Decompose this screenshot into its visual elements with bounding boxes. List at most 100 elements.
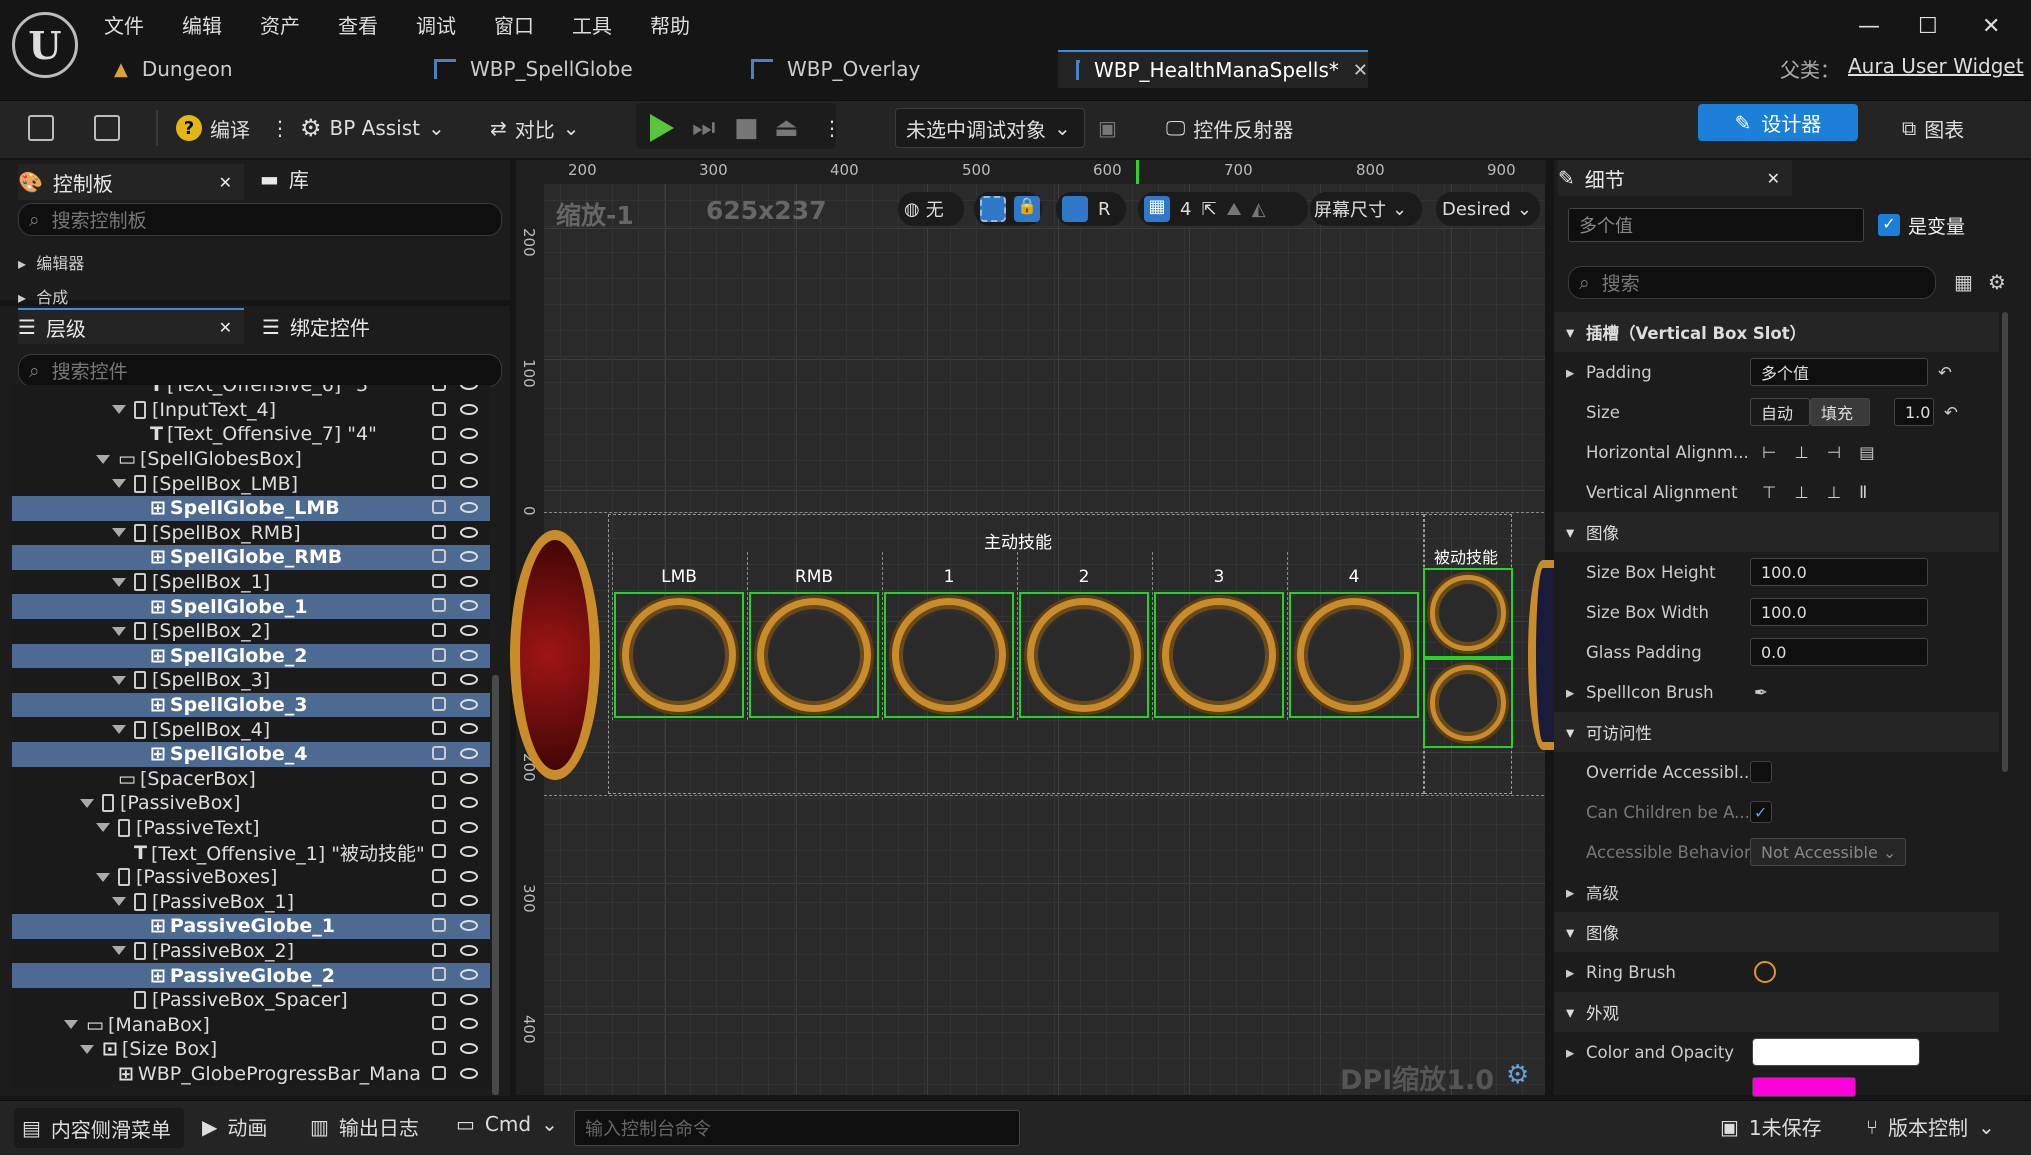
brush-icon[interactable]: ✒ — [1754, 683, 1768, 702]
menu-view[interactable]: 查看 — [338, 8, 392, 41]
hierarchy-row[interactable]: [SpellBox_1] — [12, 570, 490, 595]
hierarchy-row[interactable]: ⊡ [Size Box] — [12, 1037, 490, 1062]
hierarchy-row[interactable]: ▭ [ManaBox] — [12, 1012, 490, 1037]
hierarchy-row[interactable]: [PassiveBox_2] — [12, 939, 490, 964]
eye-icon[interactable] — [460, 477, 478, 489]
section-image[interactable]: ▾ 图像 — [1554, 512, 1999, 552]
accessible-behavior-dropdown[interactable]: Not Accessible ⌄ — [1750, 838, 1906, 866]
expand-arrow-icon[interactable] — [96, 454, 110, 464]
chevron-right-icon[interactable]: ▸ — [1566, 683, 1574, 702]
eye-icon[interactable] — [460, 870, 478, 882]
chevron-right-icon[interactable]: ▸ — [1566, 1043, 1574, 1062]
lock-icon[interactable] — [432, 475, 446, 490]
close-tab-icon[interactable]: ✕ — [219, 173, 232, 192]
close-tab-icon[interactable]: ✕ — [1767, 169, 1780, 188]
eye-icon[interactable] — [460, 575, 478, 587]
lock-icon[interactable] — [432, 672, 446, 687]
lock-icon[interactable] — [432, 1041, 446, 1056]
color-opacity-swatch[interactable] — [1752, 1038, 1920, 1066]
cursor-icon[interactable]: ⇱ — [1201, 199, 1216, 220]
save-button[interactable] — [28, 108, 54, 148]
size-value-field[interactable]: 1.0 — [1894, 398, 1934, 426]
screen-size-dropdown[interactable]: 屏幕尺寸 ⌄ — [1310, 192, 1422, 226]
output-log-button[interactable]: ▥ 输出日志 — [310, 1112, 419, 1141]
parent-class-link[interactable]: Aura User Widget — [1848, 54, 2024, 78]
lock-icon[interactable] — [432, 385, 446, 391]
glass-padding-field[interactable]: 0.0 — [1750, 638, 1928, 666]
eye-icon[interactable] — [460, 895, 478, 907]
eye-icon[interactable] — [460, 747, 478, 759]
lock-icon[interactable] — [432, 450, 446, 465]
hierarchy-row[interactable]: [SpellBox_4] — [12, 717, 490, 742]
section-accessibility[interactable]: ▾ 可访问性 — [1554, 712, 1999, 752]
compile-options-icon[interactable]: ⋮ — [270, 108, 290, 148]
play-options-icon[interactable]: ⋮ — [822, 108, 842, 148]
eye-icon[interactable] — [460, 993, 478, 1005]
lock-icon[interactable] — [432, 745, 446, 760]
chevron-right-icon[interactable]: ▸ — [1566, 363, 1574, 382]
menu-file[interactable]: 文件 — [104, 8, 158, 41]
eye-icon[interactable] — [460, 1067, 478, 1079]
lock-icon[interactable] — [432, 893, 446, 908]
widget-name-field[interactable]: 多个值 — [1568, 208, 1864, 242]
eye-icon[interactable] — [460, 698, 478, 710]
eye-icon[interactable] — [460, 385, 478, 390]
lock-icon[interactable] — [432, 524, 446, 539]
tab-dungeon[interactable]: ▲ Dungeon — [96, 50, 396, 88]
category-compose[interactable]: ▸ 合成 — [18, 284, 68, 308]
debug-browse-icon[interactable]: ▣ — [1098, 108, 1117, 148]
details-scrollbar[interactable] — [2002, 312, 2008, 772]
health-globe[interactable] — [510, 530, 600, 780]
grid-snap-value[interactable]: 4 — [1180, 199, 1191, 220]
lock-icon[interactable] — [432, 918, 446, 933]
tab-wbp-spellglobe[interactable]: WBP_SpellGlobe — [416, 50, 716, 88]
hierarchy-row[interactable]: ⊞ SpellGlobe_2 — [12, 643, 490, 669]
expand-arrow-icon[interactable] — [112, 946, 126, 956]
expand-arrow-icon[interactable] — [112, 675, 126, 685]
lock-icon[interactable] — [432, 770, 446, 785]
ring-brush-preview[interactable] — [1754, 961, 1776, 983]
is-variable-checkbox[interactable]: ✓ — [1878, 214, 1900, 236]
palette-search-input[interactable]: ⌕ 搜索控制板 — [18, 203, 502, 236]
hierarchy-row[interactable]: ▭ [SpellGlobesBox] — [12, 447, 490, 472]
hierarchy-row[interactable]: [SpellBox_RMB] — [12, 521, 490, 546]
console-command-input[interactable]: 输入控制台命令 — [574, 1110, 1020, 1146]
maximize-icon[interactable]: ☐ — [1918, 14, 1938, 39]
menu-help[interactable]: 帮助 — [650, 8, 704, 41]
hierarchy-row[interactable]: [PassiveBoxes] — [12, 865, 490, 890]
spell-globe-slot[interactable] — [884, 592, 1014, 718]
hierarchy-search-input[interactable]: ⌕ 搜索控件 — [18, 354, 502, 387]
size-auto-button[interactable]: 自动 — [1750, 398, 1810, 426]
tab-hierarchy[interactable]: ☰ 层级 ✕ — [18, 308, 244, 344]
eye-icon[interactable] — [460, 452, 478, 464]
mirror-icon[interactable]: ◭ — [1252, 199, 1266, 220]
hierarchy-row[interactable]: [InputText_4] — [12, 398, 490, 423]
spell-globe-slot[interactable] — [1019, 592, 1149, 718]
expand-arrow-icon[interactable] — [112, 479, 126, 489]
hierarchy-row[interactable]: [SpellBox_3] — [12, 668, 490, 693]
details-search-input[interactable]: ⌕ 搜索 — [1568, 266, 1936, 299]
reset-icon[interactable]: ↶ — [1944, 403, 1958, 422]
eye-icon[interactable] — [460, 501, 478, 513]
lock-icon[interactable] — [432, 795, 446, 810]
lock-icon[interactable] — [432, 573, 446, 588]
size-box-height-field[interactable]: 100.0 — [1750, 558, 1928, 586]
can-children-checkbox[interactable]: ✓ — [1750, 801, 1772, 823]
eye-icon[interactable] — [460, 969, 478, 981]
cmd-dropdown[interactable]: ▭ Cmd ⌄ — [456, 1112, 558, 1136]
hierarchy-row[interactable]: ⊞ WBP_GlobeProgressBar_Mana — [12, 1062, 490, 1085]
close-tab-icon[interactable]: ✕ — [1353, 60, 1368, 81]
hierarchy-row[interactable]: ⊞ SpellGlobe_RMB — [12, 545, 490, 570]
diff-button[interactable]: ⇄ 对比 ⌄ — [490, 108, 580, 148]
hierarchy-row[interactable]: [PassiveText] — [12, 816, 490, 841]
lock-icon[interactable] — [432, 647, 446, 662]
menu-edit[interactable]: 编辑 — [182, 8, 236, 41]
hierarchy-row[interactable]: ⊞ PassiveGlobe_1 — [12, 914, 490, 939]
hierarchy-row[interactable]: T [Text_Offensive_7] "4" — [12, 422, 490, 447]
menu-asset[interactable]: 资产 — [260, 8, 314, 41]
tab-bind-widgets[interactable]: ☰ 绑定控件 — [262, 312, 370, 341]
content-drawer-button[interactable]: ▤ 内容侧滑菜单 — [14, 1108, 184, 1148]
tab-library[interactable]: ▬ 库 — [260, 164, 309, 193]
expand-arrow-icon[interactable] — [80, 798, 94, 808]
outline-icon[interactable] — [980, 196, 1006, 222]
